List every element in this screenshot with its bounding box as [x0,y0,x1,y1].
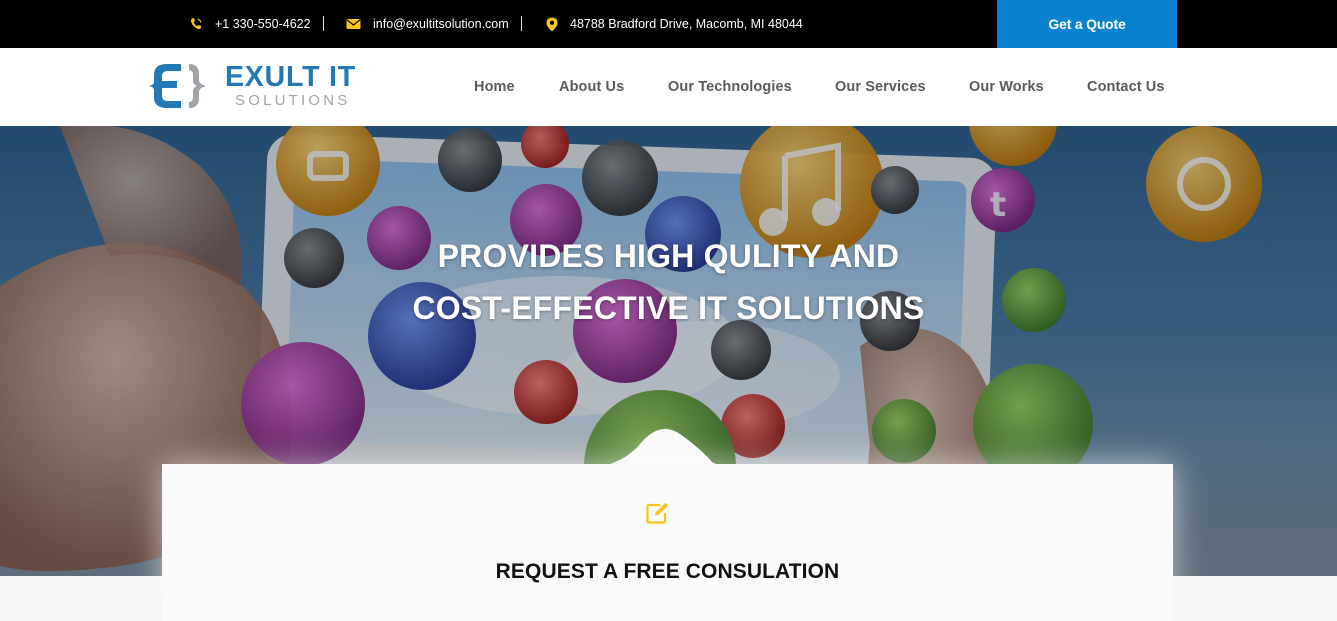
phone-icon [189,17,203,31]
email-address: info@exultitsolution.com [373,17,509,31]
site-header: EXULT IT SOLUTIONS Home About Us Our Tec… [0,48,1337,126]
nav-item-our-technologies[interactable]: Our Technologies [668,79,792,95]
hero-headline-line-1: PROVIDES HIGH QULITY AND [437,238,900,274]
address-contact: 48788 Bradford Drive, Macomb, MI 48044 [546,0,803,48]
brand-tagline: SOLUTIONS [235,92,351,109]
card-decorative-wave [582,428,752,470]
hero-headline-line-2: COST-EFFECTIVE IT SOLUTIONS [412,290,925,326]
map-pin-icon [546,17,558,32]
consultation-title: REQUEST A FREE CONSULATION [495,560,840,583]
nav-item-contact-us[interactable]: Contact Us [1087,79,1165,95]
consultation-card: REQUEST A FREE CONSULATION [162,464,1173,621]
brand-logo[interactable]: EXULT IT SOLUTIONS [147,59,377,115]
divider [323,16,324,31]
envelope-icon [346,18,361,30]
email-contact[interactable]: info@exultitsolution.com [346,0,509,48]
nav-item-our-works[interactable]: Our Works [969,79,1044,95]
logo-brace-icon [149,64,205,108]
nav-item-about-us[interactable]: About Us [559,79,624,95]
nav-item-our-services[interactable]: Our Services [835,79,926,95]
street-address: 48788 Bradford Drive, Macomb, MI 48044 [570,17,803,31]
divider [521,16,522,31]
phone-number: +1 330-550-4622 [215,17,311,31]
nav-item-home[interactable]: Home [474,79,515,95]
top-contact-bar: +1 330-550-4622 info@exultitsolution.com… [0,0,1337,48]
edit-icon [646,502,670,529]
get-quote-button[interactable]: Get a Quote [997,0,1177,48]
phone-contact[interactable]: +1 330-550-4622 [189,0,311,48]
brand-name: EXULT IT [225,61,356,93]
